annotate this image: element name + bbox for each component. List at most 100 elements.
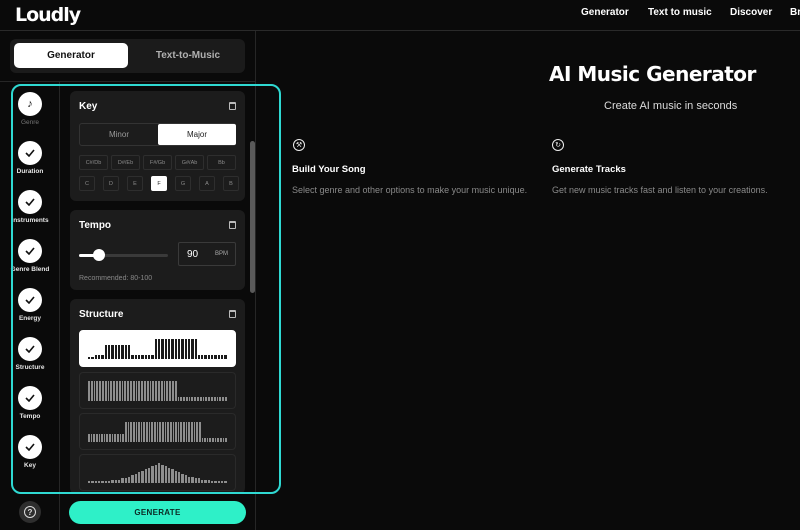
key-button[interactable]: F: [151, 176, 167, 191]
waveform-bar: [111, 479, 114, 483]
step-instruments[interactable]: Instruments: [8, 190, 52, 224]
waveform-bar: [134, 473, 137, 483]
scrollbar-thumb[interactable]: [250, 141, 255, 293]
waveform-bar: [181, 339, 184, 359]
waveform-bar: [161, 422, 164, 442]
trash-icon[interactable]: [229, 102, 236, 110]
waveform-bar: [183, 422, 185, 442]
waveform-bar: [151, 466, 154, 483]
check-icon: [18, 386, 42, 410]
waveform-bar: [91, 357, 94, 359]
waveform-bar: [164, 422, 167, 442]
waveform-bar: [225, 438, 227, 442]
structure-option[interactable]: [79, 454, 236, 491]
step-key[interactable]: Key: [8, 435, 52, 469]
key-button[interactable]: D#/Eb: [111, 155, 140, 170]
waveform-bar: [187, 339, 191, 359]
step-energy[interactable]: Energy: [8, 288, 52, 322]
waveform-bar: [104, 481, 107, 483]
waveform-bar: [117, 345, 121, 359]
waveform-bar: [197, 396, 199, 401]
step-genre-blend[interactable]: Genre Blend: [8, 239, 52, 273]
waveform-bar: [221, 481, 224, 483]
key-button[interactable]: G#/Ab: [175, 155, 204, 170]
waveform-bar: [185, 422, 188, 442]
waveform-bar: [101, 434, 103, 442]
waveform-bar: [101, 355, 104, 359]
hero-subtitle: Create AI music in seconds: [604, 100, 738, 112]
key-button[interactable]: F#/Gb: [143, 155, 172, 170]
waveform-bar: [98, 434, 101, 442]
recommended-range: Recommended: 80-100: [79, 275, 153, 282]
key-panel-title: Key: [79, 101, 98, 112]
waveform-bar: [225, 396, 227, 401]
tab-generator[interactable]: Generator: [14, 43, 128, 68]
waveform-bar: [157, 381, 160, 401]
tempo-slider[interactable]: [79, 249, 168, 261]
key-button[interactable]: A: [199, 176, 215, 191]
waveform-bar: [97, 481, 101, 483]
step-label: Genre: [20, 119, 40, 126]
waveform-bar: [191, 396, 194, 401]
help-button[interactable]: ?: [19, 501, 41, 523]
waveform-bar: [183, 396, 185, 401]
key-button[interactable]: D: [103, 176, 119, 191]
bpm-input[interactable]: 90 BPM: [178, 242, 236, 266]
structure-option[interactable]: [79, 413, 236, 450]
waveform-bar: [217, 481, 221, 483]
generate-button[interactable]: GENERATE: [69, 501, 246, 524]
waveform-bar: [101, 481, 104, 483]
waveform-bar: [177, 472, 181, 483]
waveform-bar: [113, 381, 115, 401]
waveform-bar: [187, 476, 191, 483]
waveform-bar: [151, 355, 154, 359]
key-button[interactable]: C: [79, 176, 95, 191]
waveform-bar: [146, 422, 148, 442]
nav-browse-truncated[interactable]: Br: [790, 7, 800, 18]
step-duration[interactable]: Duration: [8, 141, 52, 175]
waveform-bar: [171, 469, 174, 483]
waveform-bar: [212, 438, 214, 442]
feature-title: Generate Tracks: [552, 164, 626, 175]
waveform-bar: [90, 381, 93, 401]
loudly-logo[interactable]: Loudly: [15, 4, 81, 26]
step-structure[interactable]: Structure: [8, 337, 52, 371]
waveform-bar: [111, 345, 114, 359]
key-panel: Key Minor Major C#/Db D#/Eb F#/Gb G#/Ab Bb C…: [70, 91, 245, 201]
waveform-bar: [101, 381, 104, 401]
waveform-bar: [127, 381, 129, 401]
minor-option[interactable]: Minor: [80, 124, 158, 145]
key-button[interactable]: G: [175, 176, 191, 191]
key-button[interactable]: C#/Db: [79, 155, 108, 170]
waveform-bar: [114, 479, 117, 483]
major-option[interactable]: Major: [158, 124, 236, 145]
key-button[interactable]: Bb: [207, 155, 236, 170]
nav-discover[interactable]: Discover: [730, 7, 772, 18]
waveform-bar: [213, 396, 216, 401]
waveform-bar: [207, 479, 211, 483]
waveform-bar: [198, 422, 201, 442]
waveform-bar: [191, 476, 194, 483]
trash-icon[interactable]: [229, 221, 236, 229]
step-tempo[interactable]: Tempo: [8, 386, 52, 420]
structure-panel-title: Structure: [79, 309, 124, 320]
waveform-bar: [174, 381, 177, 401]
trash-icon[interactable]: [229, 310, 236, 318]
nav-text-to-music[interactable]: Text to music: [648, 7, 712, 18]
waveform-bar: [197, 478, 201, 483]
structure-option[interactable]: [79, 330, 236, 367]
waveform-bar: [88, 434, 90, 442]
waveform-bar: [140, 422, 143, 442]
waveform-bar: [167, 422, 169, 442]
check-icon: [18, 239, 42, 263]
step-genre[interactable]: ♪ Genre: [8, 92, 52, 126]
tab-text-to-music[interactable]: Text-to-Music: [131, 43, 245, 68]
slider-thumb[interactable]: [92, 249, 105, 261]
waveform-bar: [209, 438, 212, 442]
key-button[interactable]: E: [127, 176, 143, 191]
waveform-bar: [160, 381, 163, 401]
key-button[interactable]: B: [223, 176, 239, 191]
waveform-bar: [171, 339, 174, 359]
nav-generator[interactable]: Generator: [581, 7, 629, 18]
structure-option[interactable]: [79, 372, 236, 409]
